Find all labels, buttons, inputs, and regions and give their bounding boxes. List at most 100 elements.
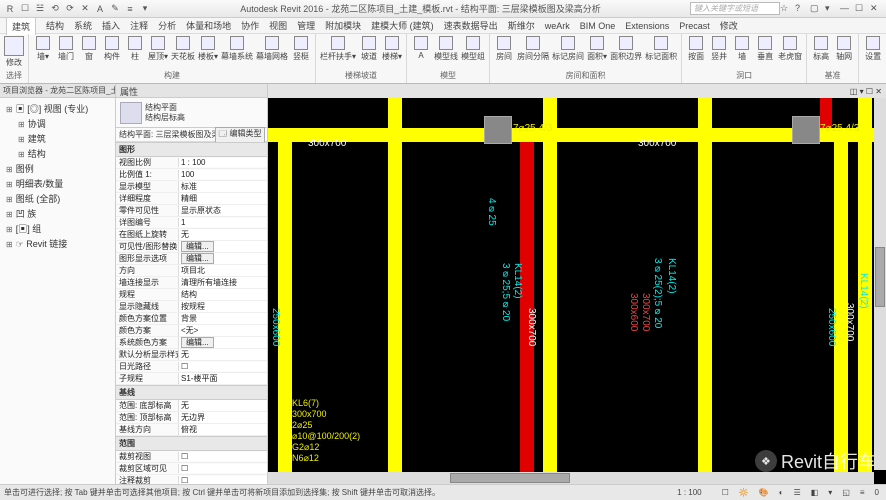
- property-row[interactable]: 颜色方案位置背景: [116, 313, 267, 325]
- property-row[interactable]: 规程结构: [116, 289, 267, 301]
- ribbon-tab[interactable]: 管理: [297, 19, 315, 32]
- tree-node[interactable]: ⊞图纸 (全部): [2, 191, 113, 206]
- view-control-icon[interactable]: 🔆: [736, 487, 752, 498]
- property-row[interactable]: 颜色方案<无>: [116, 325, 267, 337]
- help-icon[interactable]: ?: [795, 3, 807, 15]
- view-control-icon[interactable]: 0: [872, 487, 882, 498]
- canvas-scrollbar-vertical[interactable]: [874, 98, 886, 470]
- property-value[interactable]: 编辑...: [178, 337, 267, 348]
- property-row[interactable]: 显示模型标准: [116, 181, 267, 193]
- qat-menu-icon[interactable]: ≡: [124, 3, 136, 15]
- property-row[interactable]: 比例值 1:100: [116, 169, 267, 181]
- ribbon-button[interactable]: 墙▾: [33, 36, 53, 62]
- qat-undo-icon[interactable]: ⟲: [49, 3, 61, 15]
- ribbon-button[interactable]: 坡道: [359, 36, 379, 62]
- maximize-icon[interactable]: ☐: [855, 3, 867, 15]
- ribbon-button[interactable]: 房间: [494, 36, 514, 62]
- beam-vertical[interactable]: [698, 98, 712, 484]
- ribbon-button[interactable]: 按面: [686, 36, 706, 62]
- ribbon-tab[interactable]: 结构: [46, 19, 64, 32]
- property-row[interactable]: 视图比例1 : 100: [116, 157, 267, 169]
- column[interactable]: [792, 116, 820, 144]
- ribbon-tab[interactable]: 速表数据导出: [444, 19, 498, 32]
- ribbon-button[interactable]: 老虎窗: [778, 36, 802, 62]
- ribbon-button[interactable]: 修改: [4, 36, 24, 68]
- ribbon-button[interactable]: 墙门: [56, 36, 76, 62]
- property-value[interactable]: 1: [178, 218, 267, 227]
- property-value[interactable]: 结构: [178, 289, 267, 300]
- property-edit-button[interactable]: 编辑...: [181, 337, 214, 348]
- tree-node[interactable]: ⊞[▣] 组: [2, 221, 113, 236]
- search-input[interactable]: 键入关键字或短语: [690, 2, 780, 15]
- tree-node[interactable]: ⊞▣ [◎] 视图 (专业): [2, 101, 113, 116]
- ribbon-button[interactable]: 天花板: [171, 36, 195, 62]
- tree-node[interactable]: ⊞明细表/数量: [2, 176, 113, 191]
- property-value[interactable]: 无: [178, 349, 267, 360]
- property-value[interactable]: ☐: [178, 452, 267, 461]
- ribbon-button[interactable]: 标记房间: [552, 36, 584, 62]
- ribbon-button[interactable]: 标高: [811, 36, 831, 62]
- view-control-icon[interactable]: ◐: [776, 487, 787, 498]
- ribbon-button[interactable]: 幕墙系统: [221, 36, 253, 62]
- ribbon-button[interactable]: 屋顶▾: [148, 36, 168, 62]
- ribbon-tab[interactable]: 协作: [241, 19, 259, 32]
- ribbon-button[interactable]: 窗: [79, 36, 99, 62]
- ribbon-tab[interactable]: Extensions: [625, 21, 669, 31]
- beam-vertical[interactable]: [278, 128, 292, 484]
- property-value[interactable]: 100: [178, 170, 267, 179]
- qat-drop-icon[interactable]: ▾: [139, 3, 151, 15]
- ribbon-button[interactable]: 竖梃: [291, 36, 311, 62]
- ribbon-button[interactable]: 模型组: [461, 36, 485, 62]
- favorites-icon[interactable]: ☆: [780, 3, 792, 15]
- property-row[interactable]: 在图纸上旋转无: [116, 229, 267, 241]
- property-row[interactable]: 默认分析显示样式无: [116, 349, 267, 361]
- property-edit-button[interactable]: 编辑...: [181, 241, 214, 252]
- qat-close-icon[interactable]: ✕: [79, 3, 91, 15]
- tree-node[interactable]: ⊞图例: [2, 161, 113, 176]
- property-row[interactable]: 系统颜色方案编辑...: [116, 337, 267, 349]
- property-value[interactable]: 无: [178, 229, 267, 240]
- ribbon-tab[interactable]: Precast: [679, 21, 710, 31]
- tree-node[interactable]: ⊞建筑: [2, 131, 113, 146]
- property-row[interactable]: 范围: 顶部标高无边界: [116, 412, 267, 424]
- instance-filter[interactable]: 结构平面: 三层梁模板图及梁高分析: [116, 129, 215, 140]
- qat-save-icon[interactable]: ☱: [34, 3, 46, 15]
- ribbon-tab[interactable]: weArk: [545, 21, 570, 31]
- ribbon-button[interactable]: 竖井: [709, 36, 729, 62]
- qat-redo-icon[interactable]: ⟳: [64, 3, 76, 15]
- property-category[interactable]: 图形: [116, 142, 267, 157]
- property-value[interactable]: <无>: [178, 325, 267, 336]
- property-category[interactable]: 基线: [116, 385, 267, 400]
- ribbon-button[interactable]: 房间分隔: [517, 36, 549, 62]
- tree-node[interactable]: ⊞结构: [2, 146, 113, 161]
- ribbon-button[interactable]: 楼梯▾: [382, 36, 402, 62]
- ribbon-button[interactable]: 设置: [863, 36, 883, 62]
- ribbon-tab[interactable]: 斯维尔: [508, 19, 535, 32]
- view-control-icon[interactable]: ▾: [825, 487, 835, 498]
- property-value[interactable]: 精细: [178, 193, 267, 204]
- ribbon-button[interactable]: 面积▾: [587, 36, 607, 62]
- ribbon-tab[interactable]: 附加模块: [325, 19, 361, 32]
- property-grid[interactable]: 图形视图比例1 : 100比例值 1:100显示模型标准详细程度精细零件可见性显…: [116, 142, 267, 484]
- edit-type-button[interactable]: 🗔 编辑类型: [215, 127, 265, 143]
- ribbon-tab[interactable]: 系统: [74, 19, 92, 32]
- ribbon-tab[interactable]: 视图: [269, 19, 287, 32]
- property-category[interactable]: 范围: [116, 436, 267, 451]
- property-value[interactable]: 背景: [178, 313, 267, 324]
- dropdown-icon[interactable]: ▾: [825, 3, 837, 15]
- tree-node[interactable]: ⊞☞ Revit 链接: [2, 236, 113, 251]
- view-scale[interactable]: 1 : 100: [674, 487, 704, 498]
- property-value[interactable]: 编辑...: [178, 241, 267, 252]
- property-row[interactable]: 详图编号1: [116, 217, 267, 229]
- property-value[interactable]: 清理所有墙连接: [178, 277, 267, 288]
- qat-open-icon[interactable]: ☐: [19, 3, 31, 15]
- ribbon-tab[interactable]: 建模大师 (建筑): [371, 19, 434, 32]
- ribbon-button[interactable]: 垂直: [755, 36, 775, 62]
- tree-node[interactable]: ⊞协调: [2, 116, 113, 131]
- ribbon-button[interactable]: 墙: [732, 36, 752, 62]
- property-row[interactable]: 零件可见性显示原状态: [116, 205, 267, 217]
- property-value[interactable]: ☐: [178, 476, 267, 484]
- ribbon-button[interactable]: 标记面积: [645, 36, 677, 62]
- property-value[interactable]: 按规程: [178, 301, 267, 312]
- ribbon-button[interactable]: 面积边界: [610, 36, 642, 62]
